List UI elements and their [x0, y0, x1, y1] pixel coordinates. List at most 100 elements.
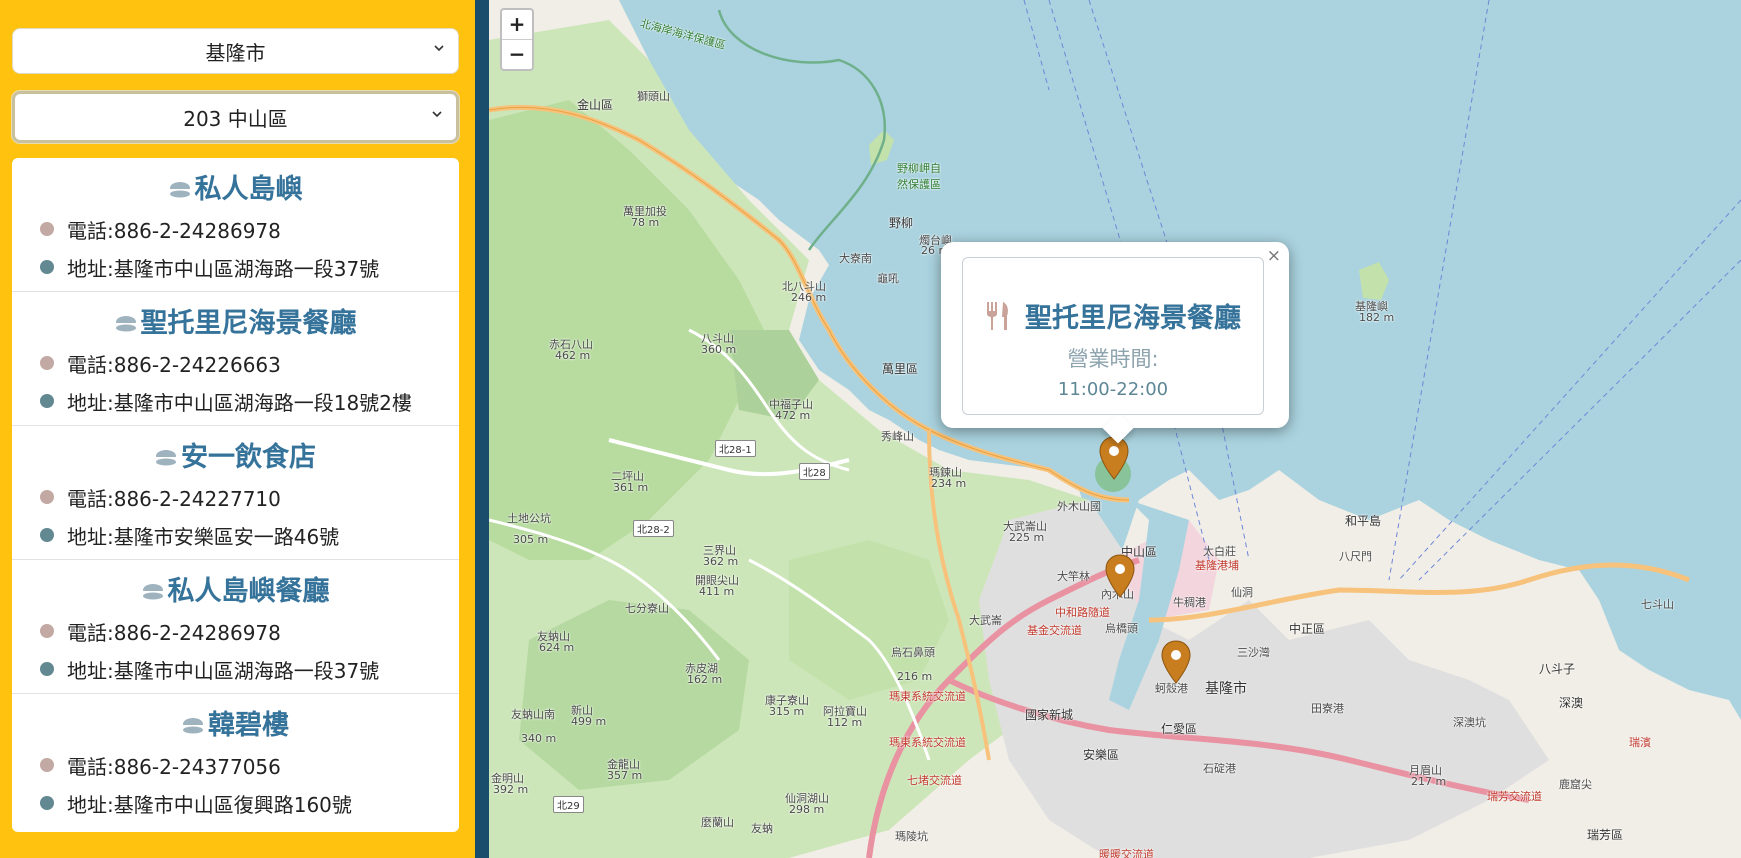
map-label: 金山區	[577, 98, 614, 112]
zoom-in-button[interactable]: +	[502, 10, 532, 40]
store-title: 私人島嶼	[12, 170, 459, 210]
map-marker-icon[interactable]	[1099, 436, 1129, 480]
map-label: 仁愛區	[1161, 722, 1198, 736]
road-shield: 北28-1	[715, 440, 756, 457]
store-address-row: 地址:基隆市中山區湖海路一段37號	[12, 248, 459, 286]
map-label: 烏橋頭	[1105, 622, 1138, 635]
map-label: 萬里區	[882, 362, 919, 376]
map-label: 深澳	[1559, 696, 1584, 710]
city-select[interactable]: 基隆市	[12, 28, 459, 74]
store-phone: 電話:886-2-24286978	[67, 218, 281, 243]
map-label: 472 m	[775, 409, 811, 422]
map-label: 暖暖交流道	[1099, 848, 1154, 858]
address-bullet-icon	[40, 260, 54, 274]
store-phone-row: 電話:886-2-24286978	[12, 612, 459, 650]
store-phone: 電話:886-2-24286978	[67, 620, 281, 645]
map-label: 中正區	[1289, 622, 1326, 636]
store-address-row: 地址:基隆市中山區復興路160號	[12, 784, 459, 822]
store-address: 地址:基隆市中山區湖海路一段37號	[67, 256, 380, 281]
map-label: 225 m	[1009, 531, 1045, 544]
popup-hours-label: 營業時間:	[1067, 347, 1159, 371]
store-address-row: 地址:基隆市中山區湖海路一段37號	[12, 650, 459, 688]
map-label: 石碇港	[1203, 762, 1236, 775]
dish-icon	[142, 584, 163, 600]
map-label: 野柳岬自然保護區	[897, 162, 941, 191]
chevron-down-icon	[432, 111, 442, 118]
store-item[interactable]: 私人島嶼餐廳 電話:886-2-24286978 地址:基隆市中山區湖海路一段3…	[12, 560, 459, 694]
map-label: 七斗山	[1641, 598, 1674, 611]
utensils-icon	[987, 301, 1008, 330]
store-name: 聖托里尼海景餐廳	[140, 308, 357, 339]
road-shield: 北28	[799, 463, 830, 480]
map-label: 340 m	[521, 732, 557, 745]
phone-bullet-icon	[40, 758, 54, 772]
map-label: 360 m	[701, 343, 737, 356]
map-label: 瑪東系統交流道	[889, 690, 966, 703]
store-phone-row: 電話:886-2-24377056	[12, 746, 459, 784]
store-item[interactable]: 私人島嶼 電話:886-2-24286978 地址:基隆市中山區湖海路一段37號	[12, 158, 459, 292]
city-select-value: 基隆市	[205, 40, 266, 65]
map-label: 315 m	[769, 705, 805, 718]
store-popup: × 聖托里尼海景餐廳 營業時間: 11:00-22:00	[941, 242, 1289, 444]
map-label: 基金交流道	[1027, 624, 1082, 637]
map-label: 357 m	[607, 769, 643, 782]
map-label: 78 m	[631, 216, 660, 229]
map-label: 鹿窟尖	[1559, 778, 1592, 791]
store-item[interactable]: 安一飲食店 電話:886-2-24227710 地址:基隆市安樂區安一路46號	[12, 426, 459, 560]
address-bullet-icon	[40, 796, 54, 810]
address-bullet-icon	[40, 528, 54, 542]
road-shield: 北29	[553, 796, 584, 813]
dish-icon	[183, 718, 203, 734]
map-label: 大寮南	[839, 252, 872, 265]
map-label: 392 m	[493, 783, 529, 796]
map-label: 瑞濱	[1629, 736, 1651, 749]
store-address: 地址:基隆市中山區湖海路一段37號	[67, 658, 380, 683]
map-label: 仙洞	[1231, 586, 1253, 599]
phone-bullet-icon	[40, 490, 54, 504]
chevron-down-icon	[434, 45, 444, 52]
district-select[interactable]: 203 中山區	[12, 91, 459, 143]
map-label: 基隆市	[1205, 681, 1247, 697]
map-label: 298 m	[789, 803, 825, 816]
store-title: 安一飲食店	[12, 438, 459, 478]
map-label: 361 m	[613, 481, 649, 494]
map-label: 瑞芳區	[1587, 828, 1624, 842]
phone-bullet-icon	[40, 356, 54, 370]
map-label: 秀峰山	[881, 430, 914, 443]
map-label: 瑞芳交流道	[1487, 790, 1542, 803]
map-label: 牛稠港	[1173, 596, 1206, 609]
map-label: 龜吼	[877, 272, 899, 285]
map-label: 瑪東系統交流道	[889, 736, 966, 749]
map-label: 七分寮山	[625, 602, 669, 615]
dish-icon	[115, 316, 136, 332]
map-label: 305 m	[513, 533, 549, 546]
store-phone-row: 電話:886-2-24227710	[12, 478, 459, 516]
popup-store-name: 聖托里尼海景餐廳	[1025, 303, 1241, 334]
store-list: 私人島嶼 電話:886-2-24286978 地址:基隆市中山區湖海路一段37號…	[12, 158, 459, 832]
map-marker-icon[interactable]	[1105, 554, 1135, 598]
popup-close-button[interactable]: ×	[1267, 246, 1281, 266]
popup-hours: 11:00-22:00	[1057, 379, 1169, 400]
store-name: 安一飲食店	[181, 442, 316, 473]
store-phone: 電話:886-2-24227710	[67, 486, 281, 511]
map-label: 三沙灣	[1237, 646, 1270, 659]
store-phone-row: 電話:886-2-24226663	[12, 344, 459, 382]
store-phone: 電話:886-2-24377056	[67, 754, 281, 779]
zoom-out-button[interactable]: −	[502, 40, 532, 69]
store-item[interactable]: 韓碧樓 電話:886-2-24377056 地址:基隆市中山區復興路160號	[12, 694, 459, 828]
map-label: 友蚋	[751, 822, 773, 835]
map-label: 411 m	[699, 585, 735, 598]
map[interactable]: 北海岸海洋保護區 金山區 獅頭山 萬里加投 78 m 野柳 燭台嶼 26 m 野…	[489, 0, 1741, 858]
map-label: 216 m	[897, 670, 933, 683]
store-phone: 電話:886-2-24226663	[67, 352, 281, 377]
map-label: 基隆港埔	[1195, 559, 1239, 572]
dish-icon	[169, 182, 190, 198]
map-label: 深澳坑	[1453, 716, 1486, 729]
popup-card: 聖托里尼海景餐廳 營業時間: 11:00-22:00	[962, 257, 1264, 415]
store-address: 地址:基隆市安樂區安一路46號	[67, 524, 340, 549]
store-item[interactable]: 聖托里尼海景餐廳 電話:886-2-24226663 地址:基隆市中山區湖海路一…	[12, 292, 459, 426]
map-label: 友蚋山南	[511, 708, 555, 721]
map-label: 烏石鼻頭	[891, 646, 935, 659]
phone-bullet-icon	[40, 624, 54, 638]
map-marker-icon[interactable]	[1161, 640, 1191, 684]
